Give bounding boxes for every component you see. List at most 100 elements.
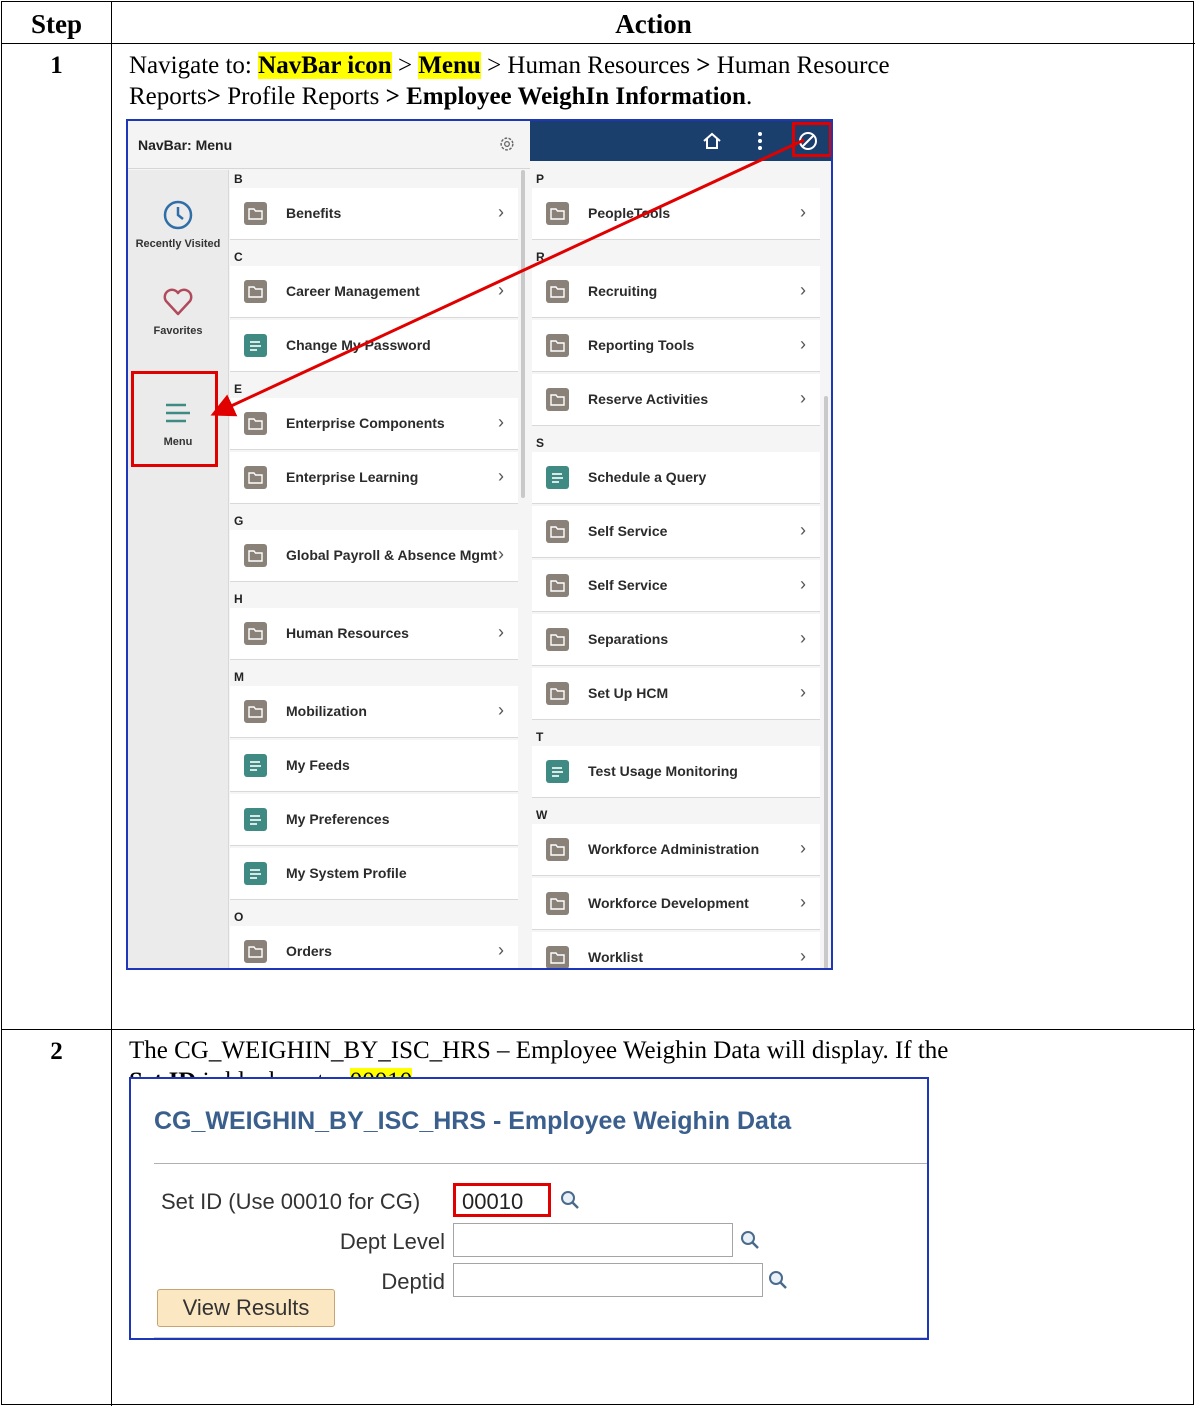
menu-tile[interactable]: Separations › [532, 614, 820, 666]
menu-column-left: B Benefits › C Career Management › Change My P… [230, 170, 518, 968]
setid-label: Set ID (Use 00010 for CG) [161, 1189, 421, 1214]
text: Human Resource [710, 52, 890, 79]
view-results-button[interactable]: View Results [157, 1289, 335, 1327]
menu-tile[interactable]: Career Management › [230, 266, 518, 318]
menu-tile[interactable]: Orders › [230, 926, 518, 968]
setid-lookup-icon[interactable] [559, 1189, 581, 1211]
menu-tile-label: Test Usage Monitoring [588, 763, 738, 779]
menu-tile[interactable]: My Preferences [230, 794, 518, 846]
menu-tile[interactable]: Reserve Activities › [532, 374, 820, 426]
deptid-input[interactable] [453, 1263, 763, 1297]
home-icon[interactable] [700, 129, 724, 153]
menu-tile[interactable]: Workforce Development › [532, 878, 820, 930]
menu-tile-label: Enterprise Components [286, 415, 445, 431]
navbar-icon-callout [792, 122, 831, 157]
section-letter: H [234, 592, 243, 606]
menu-tile[interactable]: Enterprise Learning › [230, 452, 518, 504]
menu-tile[interactable]: Mobilization › [230, 686, 518, 738]
page-icon [244, 334, 267, 357]
heart-icon [163, 288, 193, 316]
section-letter: B [234, 172, 243, 186]
deptid-lookup-icon[interactable] [767, 1269, 789, 1291]
weighin-title: CG_WEIGHIN_BY_ISC_HRS - Employee Weighin… [154, 1107, 792, 1135]
menu-tile-label: Global Payroll & Absence Mgmt [286, 547, 498, 563]
folder-icon [244, 466, 267, 489]
left-rail: Recently Visited Favorites Menu [128, 170, 229, 968]
setid-input[interactable]: 00010 [453, 1183, 551, 1217]
rail-recently-visited[interactable]: Recently Visited [128, 198, 228, 250]
step-2-number: 2 [50, 1038, 63, 1065]
menu-tile[interactable]: Human Resources › [230, 608, 518, 660]
menu-tile[interactable]: My System Profile [230, 848, 518, 900]
page-icon [546, 760, 569, 783]
chevron-right-icon: › [800, 682, 806, 702]
header-action: Action [615, 9, 692, 39]
menu-tile-label: Orders [286, 943, 332, 959]
menu-tile[interactable]: Self Service › [532, 560, 820, 612]
chevron-right-icon: › [498, 412, 504, 432]
step-1-number: 1 [50, 52, 63, 79]
dept-level-input[interactable] [453, 1223, 733, 1257]
chevron-right-icon: › [498, 700, 504, 720]
step-1-text: Navigate to: NavBar icon > Menu > Human … [129, 50, 1189, 112]
header-divider [2, 43, 1195, 44]
menu-tile-label: Change My Password [286, 337, 431, 353]
chevron-right-icon: › [800, 838, 806, 858]
menu-tile[interactable]: My Feeds [230, 740, 518, 792]
menu-tile[interactable]: Global Payroll & Absence Mgmt › [230, 530, 518, 582]
menu-column-right: P PeopleTools › R Recruiting › Reporting Tools… [532, 170, 820, 968]
folder-icon [244, 544, 267, 567]
scrollbar-right[interactable] [824, 396, 828, 968]
section-letter: W [536, 808, 548, 822]
menu-tile[interactable]: Benefits › [230, 188, 518, 240]
menu-tile[interactable]: Worklist › [532, 932, 820, 968]
menu-tile-label: My System Profile [286, 865, 407, 881]
gear-icon[interactable] [498, 135, 516, 153]
menu-tile[interactable]: Recruiting › [532, 266, 820, 318]
section-letter: T [536, 730, 544, 744]
menu-tile[interactable]: Schedule a Query [532, 452, 820, 504]
header-step: Step [30, 9, 82, 39]
dept-level-lookup-icon[interactable] [739, 1229, 761, 1251]
chevron-right-icon: › [498, 466, 504, 486]
page-icon [244, 808, 267, 831]
top-banner [530, 121, 831, 161]
menu-tile[interactable]: Test Usage Monitoring [532, 746, 820, 798]
menu-tile[interactable]: Enterprise Components › [230, 398, 518, 450]
chevron-right-icon: › [800, 574, 806, 594]
menu-tile[interactable]: Self Service › [532, 506, 820, 558]
more-actions-icon[interactable] [748, 129, 772, 153]
folder-icon [546, 202, 569, 225]
menu-tile-label: Self Service [588, 577, 668, 593]
menu-tile-label: PeopleTools [588, 205, 671, 221]
menu-callout [131, 371, 218, 467]
menu-tile-label: Enterprise Learning [286, 469, 419, 485]
menu-tile[interactable]: Set Up HCM › [532, 668, 820, 720]
menu-tile-label: Mobilization [286, 703, 367, 719]
chevron-right-icon: › [498, 544, 504, 564]
section-letter: C [234, 250, 243, 264]
section-letter: M [234, 670, 244, 684]
menu-tile-label: Workforce Administration [588, 841, 760, 857]
chevron-right-icon: › [800, 280, 806, 300]
folder-icon [244, 412, 267, 435]
folder-icon [546, 574, 569, 597]
scrollbar-left[interactable] [521, 170, 525, 498]
menu-tile-label: Benefits [286, 205, 342, 221]
menu-tile[interactable]: Reporting Tools › [532, 320, 820, 372]
menu-tile-label: Reporting Tools [588, 337, 695, 353]
folder-icon [546, 334, 569, 357]
chevron-right-icon: › [800, 628, 806, 648]
text: > [696, 52, 711, 79]
menu-tile[interactable]: PeopleTools › [532, 188, 820, 240]
highlight-menu: Menu [418, 52, 481, 79]
menu-tile-label: Human Resources [286, 625, 409, 641]
folder-icon [546, 520, 569, 543]
menu-tile[interactable]: Workforce Administration › [532, 824, 820, 876]
folder-icon [244, 280, 267, 303]
menu-tile[interactable]: Change My Password [230, 320, 518, 372]
rail-favorites[interactable]: Favorites [128, 285, 228, 337]
text: The CG_WEIGHIN_BY_ISC_HRS – Employee Wei… [129, 1037, 949, 1064]
section-letter: P [536, 172, 545, 186]
navbar-header: NavBar: Menu [128, 121, 530, 169]
